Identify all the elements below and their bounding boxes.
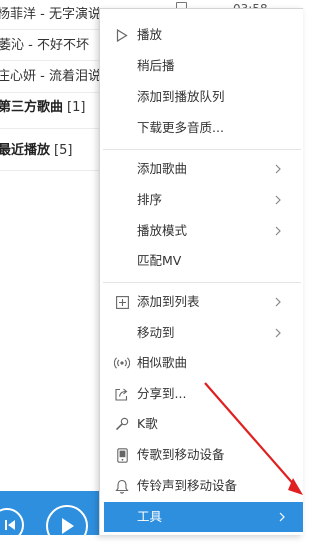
menu-item-label: 移动到 <box>137 325 175 340</box>
menu-item-download-quality[interactable]: 下载更多音质... <box>100 113 303 143</box>
song-title: 萎沁 - 不好不坏 <box>0 38 89 53</box>
category-recent-play[interactable]: 最近播放 [5] <box>0 136 72 166</box>
chevron-right-icon <box>275 226 281 236</box>
phone-icon <box>114 447 130 463</box>
menu-item-ringtone-to-device[interactable]: 传铃声到移动设备 <box>100 471 303 501</box>
category-label: 最近播放 <box>0 143 51 158</box>
menu-item-label: 传歌到移动设备 <box>137 447 225 462</box>
category-count: [1] <box>67 100 86 115</box>
play-icon <box>62 518 74 534</box>
broadcast-icon <box>114 355 130 371</box>
song-title: 庄心妍 - 流着泪说 <box>0 69 101 84</box>
bell-icon <box>114 478 130 494</box>
menu-item-label: K歌 <box>137 416 158 431</box>
category-label: 第三方歌曲 <box>0 100 64 115</box>
menu-item-play[interactable]: 播放 <box>100 20 303 50</box>
chevron-right-icon <box>275 328 281 338</box>
menu-item-label: 播放 <box>137 27 163 42</box>
menu-item-move-to[interactable]: 移动到 <box>100 318 303 348</box>
song-row[interactable]: 庄心妍 - 流着泪说 <box>0 61 101 92</box>
song-title: 杨菲洋 - 无字演说 <box>0 7 101 22</box>
menu-item-share[interactable]: 分享到... <box>100 379 303 409</box>
menu-item-label: 稍后播 <box>137 58 175 73</box>
play-outline-icon <box>114 27 130 43</box>
category-third-party-songs[interactable]: 第三方歌曲 [1] <box>0 93 85 123</box>
song-row[interactable]: 萎沁 - 不好不坏 <box>0 30 89 61</box>
menu-separator <box>103 149 301 150</box>
divider <box>0 170 110 171</box>
menu-item-label: 匹配MV <box>137 253 182 268</box>
menu-item-match-mv[interactable]: 匹配MV <box>100 246 303 276</box>
song-row[interactable]: 杨菲洋 - 无字演说 <box>0 0 101 30</box>
chevron-right-icon <box>275 195 281 205</box>
menu-item-add-to-list[interactable]: 添加到列表 <box>100 287 303 317</box>
menu-item-play-mode[interactable]: 播放模式 <box>100 216 303 246</box>
chevron-right-icon <box>275 164 281 174</box>
menu-item-label: 传铃声到移动设备 <box>137 478 238 493</box>
menu-separator <box>103 282 301 283</box>
chevron-right-icon <box>279 512 285 522</box>
previous-icon <box>5 520 15 530</box>
menu-item-label: 下载更多音质... <box>137 120 224 135</box>
menu-item-label: 添加到列表 <box>137 294 200 309</box>
plus-box-icon <box>114 294 130 310</box>
menu-item-similar-songs[interactable]: 相似歌曲 <box>100 348 303 378</box>
menu-item-label: 排序 <box>137 192 163 207</box>
chevron-right-icon <box>275 297 281 307</box>
divider <box>0 128 110 129</box>
menu-item-label: 播放模式 <box>137 223 188 238</box>
microphone-icon <box>114 416 130 432</box>
category-count: [5] <box>54 143 73 158</box>
previous-button[interactable] <box>0 508 24 542</box>
menu-item-tools[interactable]: 工具 <box>104 502 303 532</box>
menu-item-label: 相似歌曲 <box>137 355 188 370</box>
menu-item-sort[interactable]: 排序 <box>100 185 303 215</box>
menu-item-play-later[interactable]: 稍后播 <box>100 51 303 81</box>
menu-item-label: 添加到播放队列 <box>137 89 225 104</box>
play-button[interactable] <box>46 505 88 547</box>
menu-item-transfer-to-device[interactable]: 传歌到移动设备 <box>100 440 303 470</box>
menu-item-label: 添加歌曲 <box>137 161 188 176</box>
menu-item-karaoke[interactable]: K歌 <box>100 409 303 439</box>
menu-item-label: 分享到... <box>137 386 187 401</box>
context-menu: 播放 稍后播 添加到播放队列 下载更多音质... 添加歌曲 排序 播放模式 匹配… <box>99 8 303 535</box>
share-icon <box>114 386 130 402</box>
menu-item-label: 工具 <box>137 509 163 524</box>
menu-item-add-to-queue[interactable]: 添加到播放队列 <box>100 82 303 112</box>
menu-item-add-songs[interactable]: 添加歌曲 <box>100 154 303 184</box>
